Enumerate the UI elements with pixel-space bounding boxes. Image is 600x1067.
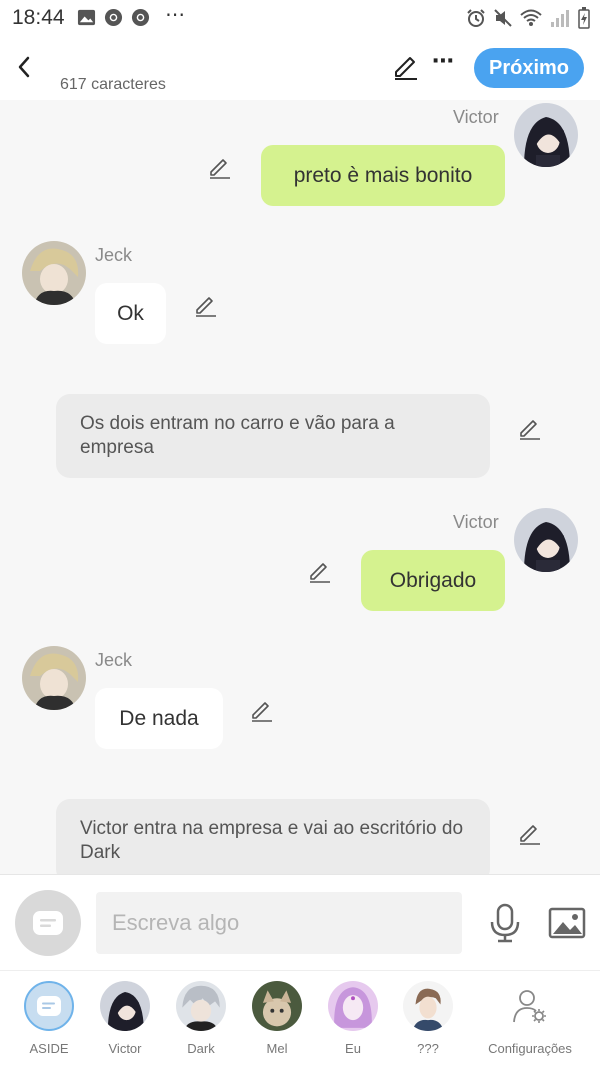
nav-label: Dark [187, 1041, 215, 1056]
edit-pencil-icon[interactable] [392, 54, 420, 82]
message-bubble[interactable]: preto è mais bonito [261, 145, 505, 206]
alarm-icon [467, 9, 485, 27]
message-bubble[interactable]: Ok [95, 283, 166, 344]
battery-icon [578, 7, 590, 29]
signal-icon [551, 10, 569, 27]
nav-item-dark[interactable]: Dark [163, 981, 239, 1056]
chat-area[interactable]: Victor preto è mais bonito Jeck Ok Os do… [0, 100, 600, 874]
edit-message-icon[interactable] [308, 560, 332, 584]
nav-label: Mel [266, 1041, 288, 1056]
message-bubble[interactable]: De nada [95, 688, 223, 749]
nav-label: Eu [345, 1041, 361, 1056]
input-bar [0, 874, 600, 970]
aside-icon [33, 911, 63, 935]
message-input[interactable] [96, 892, 462, 954]
avatar-mel [252, 981, 302, 1031]
narration-bubble[interactable]: Os dois entram no carro e vão para a emp… [56, 394, 490, 478]
sender-name: Victor [453, 107, 499, 127]
nav-label: ??? [417, 1041, 439, 1056]
nav-item-settings[interactable]: Configurações [478, 981, 582, 1056]
bottom-nav: ASIDE Victor Dark Mel Eu ??? Configuraçõ… [0, 970, 600, 1067]
nav-label: ASIDE [29, 1041, 69, 1056]
avatar-jeck[interactable] [22, 646, 86, 710]
sender-name: Jeck [95, 650, 133, 670]
chevron-left-icon [18, 56, 30, 78]
avatar-victor [100, 981, 150, 1031]
edit-message-icon[interactable] [194, 294, 218, 318]
nav-item-aside[interactable]: ASIDE [11, 981, 87, 1056]
aside-nav-icon [24, 981, 74, 1031]
nav-item-victor[interactable]: Victor [87, 981, 163, 1056]
image-upload-icon[interactable] [548, 907, 586, 939]
wifi-icon [520, 9, 542, 26]
notification-icons [77, 8, 150, 27]
aside-toggle-button[interactable] [15, 890, 81, 956]
more-options-icon[interactable]: ⋯ [432, 48, 455, 74]
system-icons [466, 7, 590, 29]
nav-label: Victor [108, 1041, 142, 1056]
nav-item-eu[interactable]: Eu [315, 981, 391, 1056]
avatar-jeck[interactable] [22, 241, 86, 305]
chrome-icon-2 [131, 8, 150, 27]
nav-item-mel[interactable]: Mel [239, 981, 315, 1056]
mute-icon [494, 9, 512, 27]
more-notifications-icon: ⋯ [165, 4, 186, 26]
edit-message-icon[interactable] [518, 822, 542, 846]
edit-message-icon[interactable] [208, 156, 232, 180]
nav-label: Configurações [488, 1041, 572, 1056]
nav-item-unknown[interactable]: ??? [390, 981, 466, 1056]
sender-name: Victor [453, 512, 499, 532]
status-time: 18:44 [12, 6, 65, 29]
avatar-unknown [403, 981, 453, 1031]
chrome-icon [104, 8, 123, 27]
microphone-icon[interactable] [488, 903, 522, 943]
gallery-icon [77, 9, 96, 26]
top-bar: 617 caracteres ⋯ Próximo [0, 36, 600, 100]
avatar-victor[interactable] [514, 103, 578, 167]
message-bubble[interactable]: Obrigado [361, 550, 505, 611]
narration-bubble[interactable]: Victor entra na empresa e vai ao escritó… [56, 799, 490, 874]
user-settings-icon [505, 981, 555, 1031]
sender-name: Jeck [95, 245, 133, 265]
edit-message-icon[interactable] [250, 699, 274, 723]
status-bar: 18:44 ⋯ [0, 0, 600, 36]
edit-message-icon[interactable] [518, 417, 542, 441]
avatar-victor[interactable] [514, 508, 578, 572]
character-count: 617 caracteres [60, 76, 166, 93]
avatar-eu [328, 981, 378, 1031]
next-button[interactable]: Próximo [474, 48, 584, 88]
avatar-dark [176, 981, 226, 1031]
back-button[interactable] [10, 50, 38, 84]
